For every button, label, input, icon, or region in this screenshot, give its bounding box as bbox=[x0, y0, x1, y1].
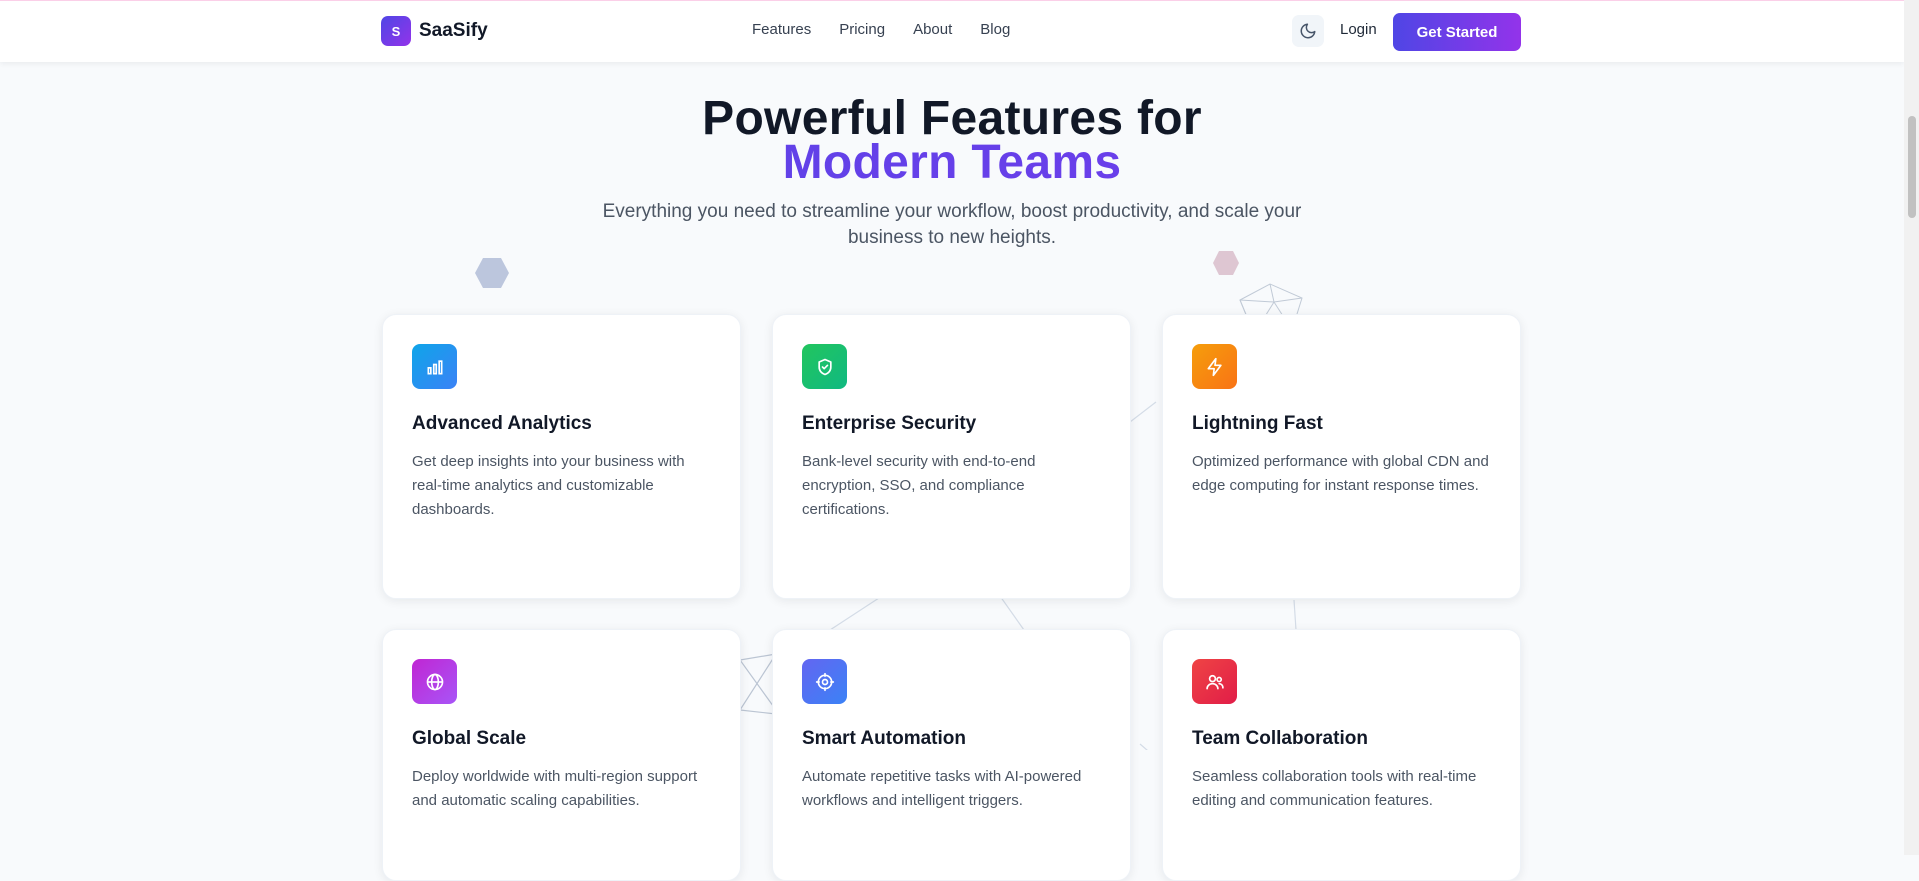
page-title: Powerful Features for bbox=[702, 92, 1202, 145]
users-icon bbox=[1192, 659, 1237, 704]
feature-title: Advanced Analytics bbox=[412, 413, 592, 434]
feature-title: Smart Automation bbox=[802, 728, 966, 749]
nav-link-features[interactable]: Features bbox=[752, 21, 811, 38]
top-navigation: S SaaSify Features Pricing About Blog Lo… bbox=[0, 0, 1904, 62]
scrollbar-thumb[interactable] bbox=[1908, 116, 1916, 218]
page-title-highlight: Modern Teams bbox=[0, 139, 1904, 187]
decorative-hexagon-small bbox=[1213, 251, 1239, 275]
lightning-icon bbox=[1192, 344, 1237, 389]
get-started-button[interactable]: Get Started bbox=[1393, 13, 1521, 51]
feature-description: Get deep insights into your business wit… bbox=[412, 453, 685, 518]
feature-title: Enterprise Security bbox=[802, 413, 977, 434]
gear-icon bbox=[802, 659, 847, 704]
page-subtitle: Everything you need to streamline your w… bbox=[602, 201, 1302, 248]
shield-check-icon bbox=[802, 344, 847, 389]
moon-icon bbox=[1300, 23, 1316, 39]
feature-description: Seamless collaboration tools with real-t… bbox=[1192, 768, 1477, 809]
nav-link-about[interactable]: About bbox=[913, 21, 952, 38]
bar-chart-icon bbox=[412, 344, 457, 389]
feature-description: Automate repetitive tasks with AI-powere… bbox=[802, 768, 1082, 809]
feature-description: Bank-level security with end-to-end encr… bbox=[802, 453, 1036, 518]
feature-title: Team Collaboration bbox=[1192, 728, 1368, 749]
scrollbar[interactable] bbox=[1904, 0, 1919, 855]
nav-link-pricing[interactable]: Pricing bbox=[839, 21, 885, 38]
feature-card[interactable]: Team Collaboration Seamless collaboratio… bbox=[1162, 629, 1521, 881]
feature-title: Global Scale bbox=[412, 728, 527, 749]
brand[interactable]: S SaaSify bbox=[381, 16, 488, 46]
decorative-hexagon bbox=[475, 258, 509, 288]
nav-links: Features Pricing About Blog bbox=[752, 21, 1038, 38]
feature-card[interactable]: Global Scale Deploy worldwide with multi… bbox=[382, 629, 741, 881]
feature-card[interactable]: Smart Automation Automate repetitive tas… bbox=[772, 629, 1131, 881]
brand-logo: S bbox=[381, 16, 411, 46]
theme-toggle-button[interactable] bbox=[1292, 15, 1324, 47]
login-link[interactable]: Login bbox=[1340, 21, 1377, 38]
feature-description: Deploy worldwide with multi-region suppo… bbox=[412, 768, 698, 809]
feature-card[interactable]: Enterprise Security Bank-level security … bbox=[772, 314, 1131, 599]
globe-icon bbox=[412, 659, 457, 704]
nav-link-blog[interactable]: Blog bbox=[980, 21, 1010, 38]
brand-name: SaaSify bbox=[419, 20, 488, 41]
feature-card[interactable]: Lightning Fast Optimized performance wit… bbox=[1162, 314, 1521, 599]
feature-card[interactable]: Advanced Analytics Get deep insights int… bbox=[382, 314, 741, 599]
feature-description: Optimized performance with global CDN an… bbox=[1192, 453, 1489, 494]
feature-title: Lightning Fast bbox=[1192, 413, 1323, 434]
